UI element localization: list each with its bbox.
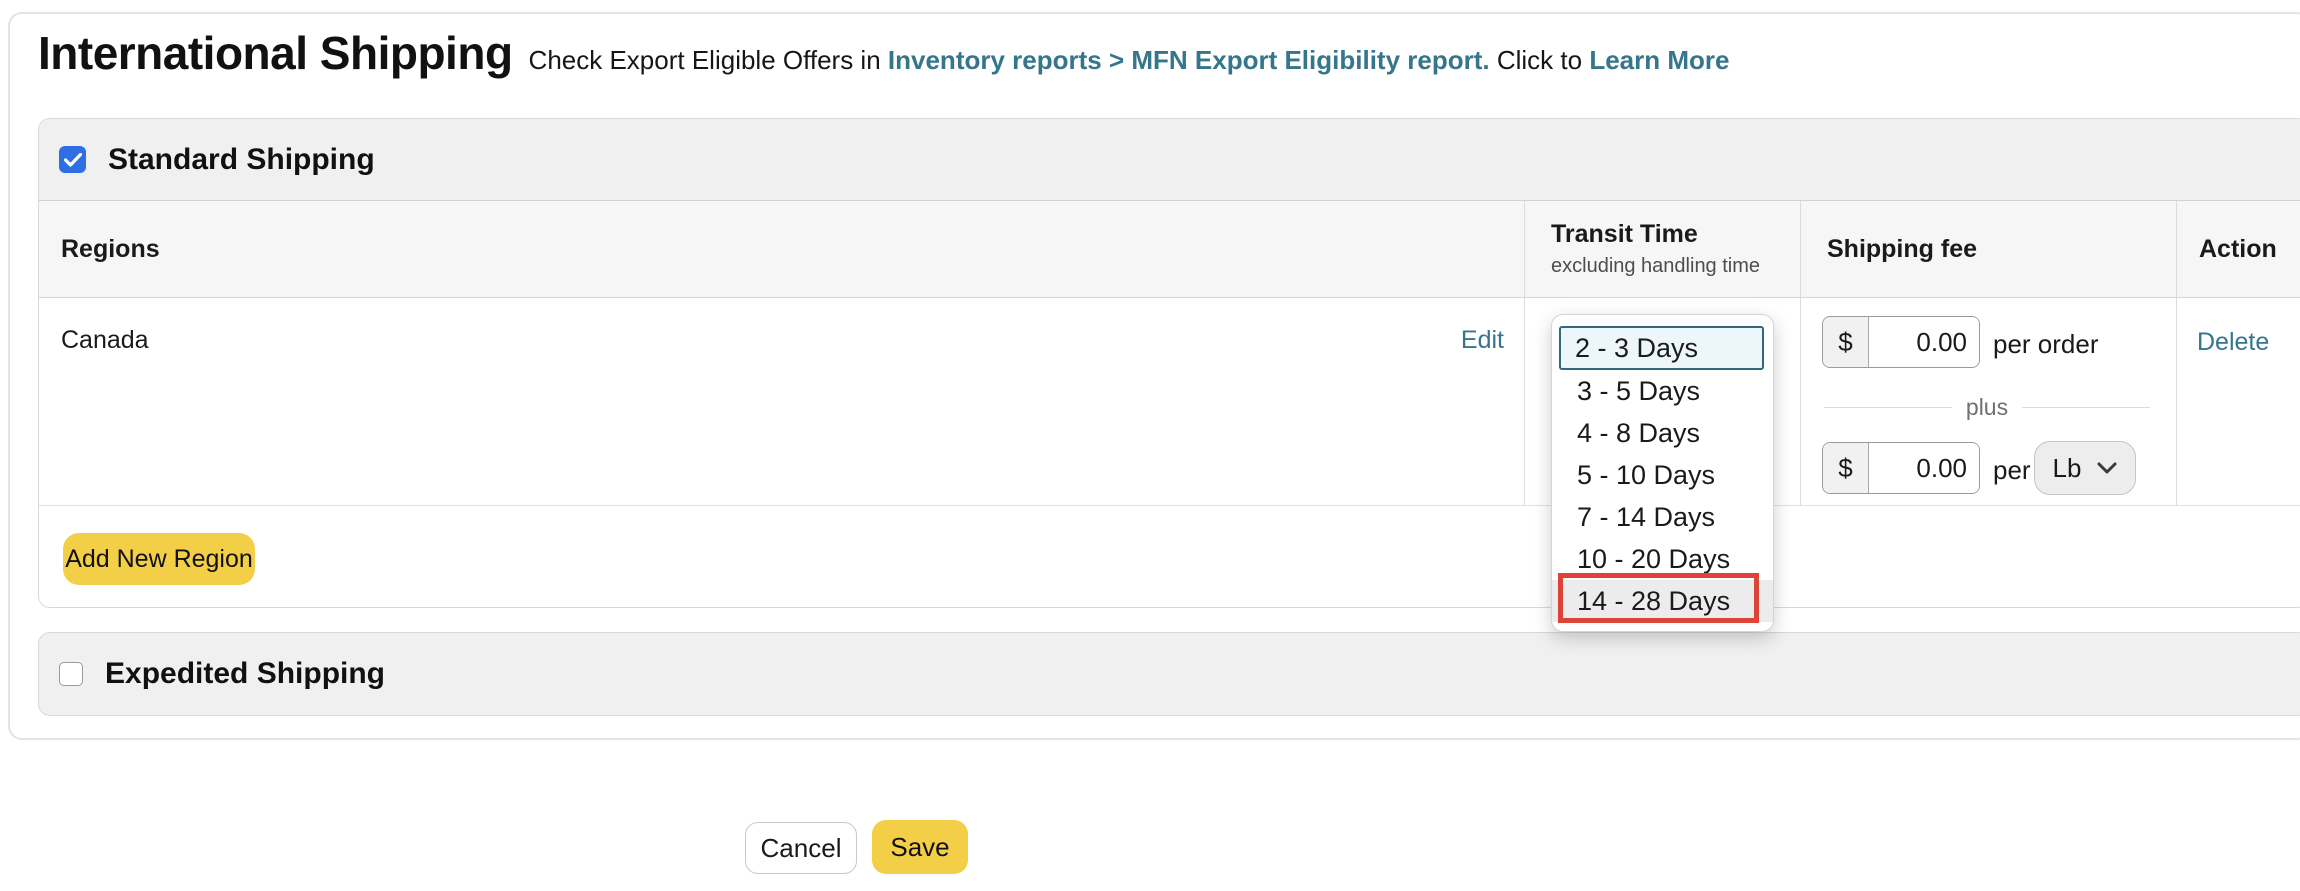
standard-shipping-panel: Standard Shipping Regions Transit Time e… xyxy=(38,118,2300,608)
transit-option[interactable]: 7 - 14 Days xyxy=(1552,496,1773,538)
transit-option[interactable]: 5 - 10 Days xyxy=(1552,454,1773,496)
weight-unit-value: Lb xyxy=(2052,452,2082,483)
subtitle-mid-text: Click to xyxy=(1496,45,1583,75)
regions-header-label: Regions xyxy=(61,234,160,263)
expedited-shipping-panel: Expedited Shipping xyxy=(38,632,2300,716)
column-header-regions: Regions xyxy=(39,201,1524,297)
weight-unit-select[interactable]: Lb xyxy=(2034,441,2136,495)
transit-time-selected-option[interactable]: 2 - 3 Days xyxy=(1559,326,1764,370)
expedited-shipping-checkbox[interactable] xyxy=(59,662,83,686)
action-cell: Delete xyxy=(2176,298,2300,505)
currency-prefix: $ xyxy=(1823,443,1869,493)
column-header-action: Action xyxy=(2176,201,2300,297)
standard-shipping-label: Standard Shipping xyxy=(108,142,375,176)
per-weight-fee-group: $ xyxy=(1822,442,1980,494)
transit-option[interactable]: 4 - 8 Days xyxy=(1552,412,1773,454)
regions-cell: Canada Edit xyxy=(39,298,1524,505)
add-region-row: Add New Region xyxy=(39,506,2300,606)
transit-time-option-list: 3 - 5 Days 4 - 8 Days 5 - 10 Days 7 - 14… xyxy=(1552,370,1773,622)
plus-label: plus xyxy=(1965,394,2009,420)
shipping-settings-page: International Shipping Check Export Elig… xyxy=(0,0,2300,891)
add-new-region-button[interactable]: Add New Region xyxy=(63,533,255,585)
table-header-row: Regions Transit Time excluding handling … xyxy=(39,201,2300,298)
page-header: International Shipping Check Export Elig… xyxy=(38,26,1729,80)
standard-shipping-checkbox[interactable] xyxy=(59,146,86,173)
learn-more-link[interactable]: Learn More xyxy=(1589,45,1729,75)
region-name: Canada xyxy=(61,326,149,354)
check-icon xyxy=(63,152,82,167)
chevron-down-icon xyxy=(2097,462,2117,474)
shipping-fee-header-label: Shipping fee xyxy=(1827,234,1977,263)
column-header-shipping-fee: Shipping fee xyxy=(1800,201,2176,297)
edit-region-link[interactable]: Edit xyxy=(1461,326,1504,355)
table-row: Canada Edit $ per order plus $ xyxy=(39,298,2300,506)
expedited-shipping-label: Expedited Shipping xyxy=(105,657,386,690)
column-header-transit-time: Transit Time excluding handling time xyxy=(1524,201,1800,297)
inventory-reports-link[interactable]: Inventory reports > MFN Export Eligibili… xyxy=(888,45,1490,75)
page-title: International Shipping xyxy=(38,27,513,79)
transit-time-dropdown: 2 - 3 Days 3 - 5 Days 4 - 8 Days 5 - 10 … xyxy=(1551,314,1774,632)
transit-option[interactable]: 3 - 5 Days xyxy=(1552,370,1773,412)
delete-region-link[interactable]: Delete xyxy=(2197,328,2269,356)
save-button[interactable]: Save xyxy=(872,820,968,874)
divider-line xyxy=(2022,406,2151,409)
per-order-fee-group: $ xyxy=(1822,316,1980,368)
transit-option-highlighted[interactable]: 14 - 28 Days xyxy=(1552,580,1773,622)
currency-prefix: $ xyxy=(1823,317,1869,367)
cancel-button[interactable]: Cancel xyxy=(745,822,857,874)
transit-time-header-label: Transit Time xyxy=(1551,220,1698,248)
standard-shipping-header: Standard Shipping xyxy=(39,119,2300,201)
per-order-fee-input[interactable] xyxy=(1869,317,1979,367)
transit-option[interactable]: 10 - 20 Days xyxy=(1552,538,1773,580)
per-label: per xyxy=(1993,455,2031,485)
divider-line xyxy=(1824,406,1952,409)
per-order-label: per order xyxy=(1993,329,2099,359)
transit-time-header-subtitle: excluding handling time xyxy=(1551,255,1761,277)
action-header-label: Action xyxy=(2199,234,2277,263)
plus-divider: plus xyxy=(1824,394,2151,421)
shipping-fee-cell: $ per order plus $ per Lb xyxy=(1800,298,2176,505)
subtitle-text: Check Export Eligible Offers in xyxy=(528,45,881,75)
per-weight-fee-input[interactable] xyxy=(1869,443,1979,493)
page-subtitle: Check Export Eligible Offers in Inventor… xyxy=(529,45,1730,76)
